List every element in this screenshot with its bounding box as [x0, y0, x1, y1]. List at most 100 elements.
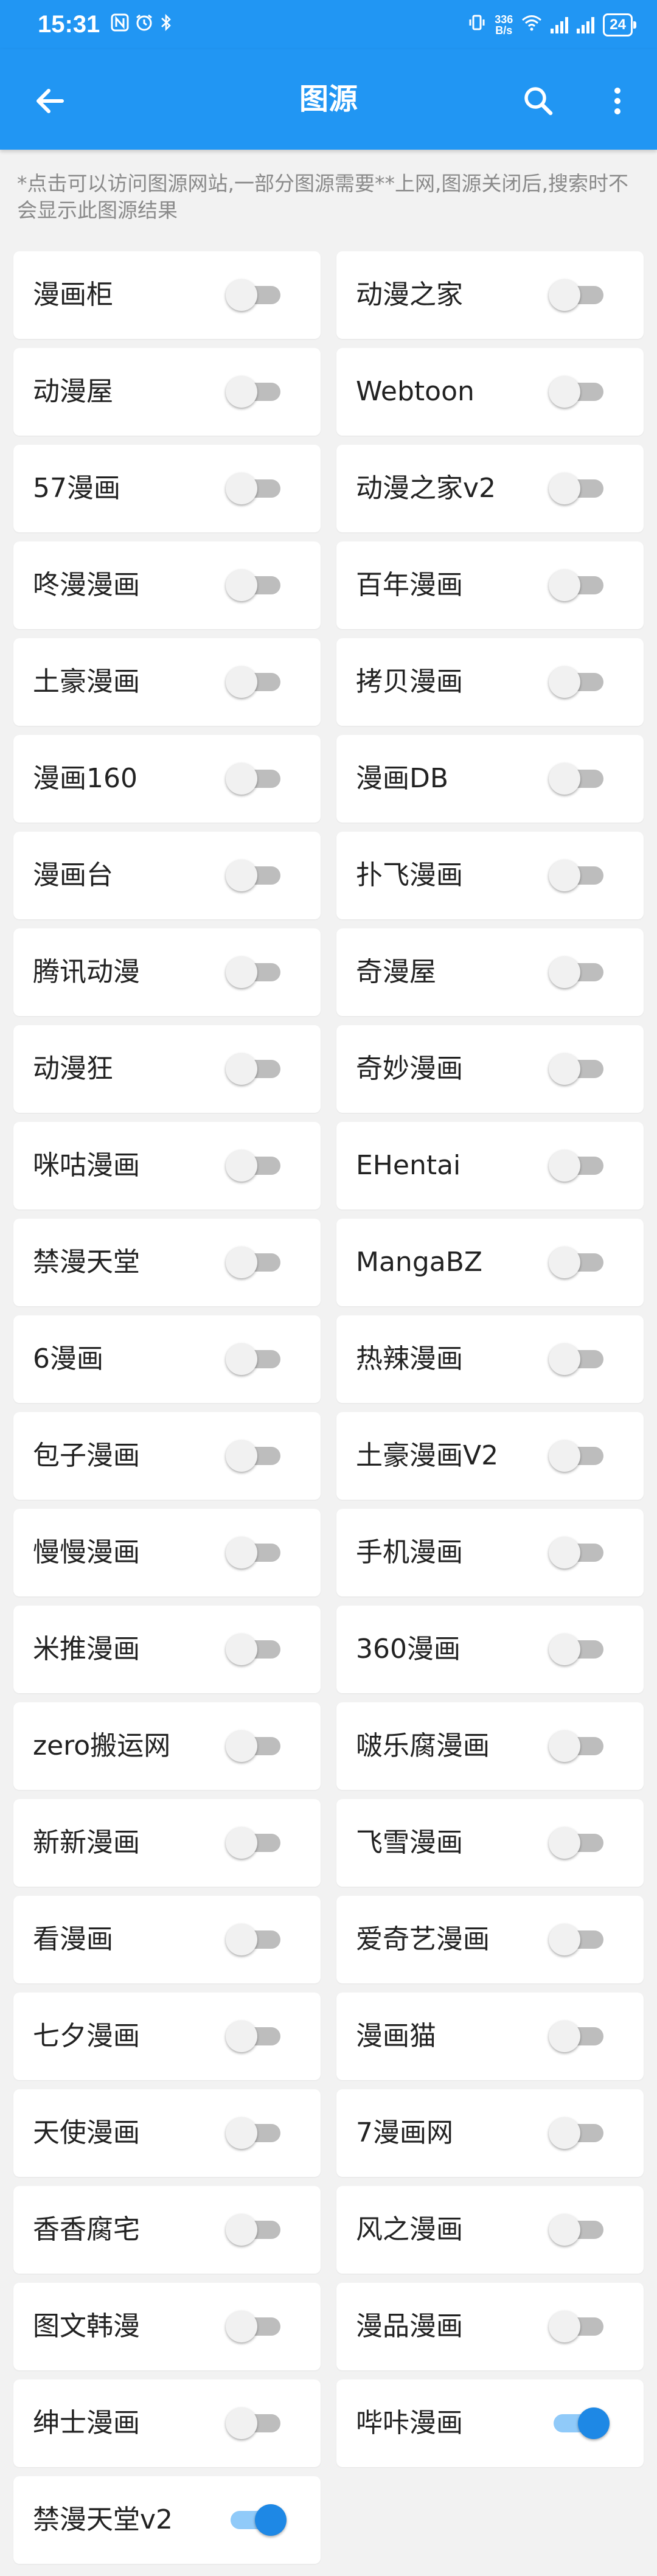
source-item[interactable]: 土豪漫画 — [13, 638, 321, 726]
more-options-button[interactable] — [599, 83, 636, 119]
source-toggle[interactable] — [224, 1634, 280, 1665]
notification-icons — [111, 13, 173, 37]
source-item[interactable]: 手机漫画 — [336, 1509, 644, 1596]
source-toggle[interactable] — [224, 1730, 280, 1762]
source-name: 57漫画 — [33, 473, 120, 504]
source-toggle[interactable] — [224, 860, 280, 891]
source-item[interactable]: 绅士漫画 — [13, 2379, 321, 2467]
source-item[interactable]: 飞雪漫画 — [336, 1799, 644, 1887]
source-item[interactable]: 图文韩漫 — [13, 2283, 321, 2370]
source-toggle[interactable] — [548, 473, 603, 504]
source-toggle[interactable] — [548, 2021, 603, 2052]
source-item[interactable]: 57漫画 — [13, 445, 321, 532]
source-toggle[interactable] — [548, 1343, 603, 1375]
source-item[interactable]: 咪咕漫画 — [13, 1122, 321, 1210]
source-toggle[interactable] — [548, 376, 603, 408]
back-button[interactable] — [32, 83, 68, 119]
source-item[interactable]: 6漫画 — [13, 1315, 321, 1403]
source-item[interactable]: 慢慢漫画 — [13, 1509, 321, 1596]
source-toggle[interactable] — [224, 1150, 280, 1182]
source-item[interactable]: 动漫之家 — [336, 251, 644, 339]
source-toggle[interactable] — [224, 1053, 280, 1085]
source-toggle[interactable] — [548, 279, 603, 311]
source-toggle[interactable] — [548, 2407, 610, 2439]
source-item[interactable]: 漫画柜 — [13, 251, 321, 339]
source-item[interactable]: 热辣漫画 — [336, 1315, 644, 1403]
source-item[interactable]: zero搬运网 — [13, 1702, 321, 1790]
source-item[interactable]: 包子漫画 — [13, 1412, 321, 1500]
source-item[interactable]: 漫画台 — [13, 832, 321, 919]
source-item[interactable]: 土豪漫画V2 — [336, 1412, 644, 1500]
source-toggle[interactable] — [548, 956, 603, 988]
source-item[interactable]: 新新漫画 — [13, 1799, 321, 1887]
source-item[interactable]: 7漫画网 — [336, 2089, 644, 2177]
source-item[interactable]: 米推漫画 — [13, 1606, 321, 1693]
source-toggle[interactable] — [548, 1440, 603, 1472]
source-toggle[interactable] — [548, 2311, 603, 2342]
source-item[interactable]: 拷贝漫画 — [336, 638, 644, 726]
source-item[interactable]: 动漫狂 — [13, 1025, 321, 1113]
source-toggle[interactable] — [224, 2504, 287, 2536]
source-toggle[interactable] — [548, 1247, 603, 1278]
source-item[interactable]: 爱奇艺漫画 — [336, 1896, 644, 1983]
source-item[interactable]: 咚漫漫画 — [13, 541, 321, 629]
source-toggle[interactable] — [224, 2117, 280, 2149]
source-toggle[interactable] — [224, 473, 280, 504]
source-item[interactable]: 啵乐腐漫画 — [336, 1702, 644, 1790]
source-toggle[interactable] — [548, 569, 603, 601]
source-toggle[interactable] — [548, 1827, 603, 1859]
source-item[interactable]: 奇漫屋 — [336, 928, 644, 1016]
source-toggle[interactable] — [224, 956, 280, 988]
source-item[interactable]: 扑飞漫画 — [336, 832, 644, 919]
source-item[interactable]: 天使漫画 — [13, 2089, 321, 2177]
source-item[interactable]: 漫品漫画 — [336, 2283, 644, 2370]
source-toggle[interactable] — [224, 2407, 280, 2439]
source-toggle[interactable] — [224, 1827, 280, 1859]
source-toggle[interactable] — [548, 2214, 603, 2246]
source-item[interactable]: 百年漫画 — [336, 541, 644, 629]
source-toggle[interactable] — [224, 763, 280, 795]
source-item[interactable]: 漫画猫 — [336, 1993, 644, 2080]
source-toggle[interactable] — [224, 1440, 280, 1472]
source-item[interactable]: Webtoon — [336, 348, 644, 436]
source-item[interactable]: 动漫屋 — [13, 348, 321, 436]
source-toggle[interactable] — [224, 1924, 280, 1955]
source-toggle[interactable] — [224, 376, 280, 408]
toggle-knob — [549, 473, 580, 504]
source-item[interactable]: 漫画DB — [336, 735, 644, 823]
source-toggle[interactable] — [224, 1537, 280, 1568]
source-toggle[interactable] — [548, 2117, 603, 2149]
source-toggle[interactable] — [224, 1343, 280, 1375]
source-item[interactable]: 香香腐宅 — [13, 2186, 321, 2274]
source-item[interactable]: 动漫之家v2 — [336, 445, 644, 532]
source-toggle[interactable] — [548, 763, 603, 795]
source-item[interactable]: 看漫画 — [13, 1896, 321, 1983]
source-toggle[interactable] — [224, 279, 280, 311]
source-item[interactable]: 奇妙漫画 — [336, 1025, 644, 1113]
source-item[interactable]: 漫画160 — [13, 735, 321, 823]
source-toggle[interactable] — [548, 860, 603, 891]
source-item[interactable]: MangaBZ — [336, 1219, 644, 1306]
source-toggle[interactable] — [548, 666, 603, 698]
search-button[interactable] — [520, 83, 557, 119]
source-toggle[interactable] — [548, 1730, 603, 1762]
source-item[interactable]: 风之漫画 — [336, 2186, 644, 2274]
source-item[interactable]: 七夕漫画 — [13, 1993, 321, 2080]
source-item[interactable]: 腾讯动漫 — [13, 928, 321, 1016]
source-toggle[interactable] — [224, 569, 280, 601]
source-toggle[interactable] — [224, 666, 280, 698]
source-toggle[interactable] — [224, 2214, 280, 2246]
source-toggle[interactable] — [224, 2021, 280, 2052]
source-toggle[interactable] — [548, 1634, 603, 1665]
source-item[interactable]: EHentai — [336, 1122, 644, 1210]
source-item[interactable]: 360漫画 — [336, 1606, 644, 1693]
source-item[interactable]: 禁漫天堂v2 — [13, 2476, 321, 2564]
source-toggle[interactable] — [548, 1924, 603, 1955]
source-toggle[interactable] — [548, 1150, 603, 1182]
source-item[interactable]: 哔咔漫画 — [336, 2379, 644, 2467]
source-toggle[interactable] — [224, 1247, 280, 1278]
source-toggle[interactable] — [548, 1537, 603, 1568]
source-item[interactable]: 禁漫天堂 — [13, 1219, 321, 1306]
source-toggle[interactable] — [548, 1053, 603, 1085]
source-toggle[interactable] — [224, 2311, 280, 2342]
